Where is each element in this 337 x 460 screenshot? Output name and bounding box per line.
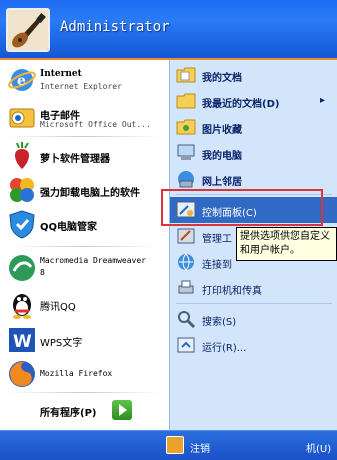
run-icon [177,337,195,353]
start-menu-footer: 注销 机(U) [0,430,337,460]
dreamweaver-version: 8 [40,268,45,277]
tencent-qq-item[interactable]: 腾讯QQ [0,286,169,322]
start-menu-header: Administrator [0,0,337,60]
wps-label: WPS文字 [40,338,83,349]
folder-icon [176,93,196,109]
email-item[interactable]: 电子邮件 Microsoft Office Out... [0,100,169,136]
my-computer-label: 我的电脑 [202,151,242,162]
wps-writer-icon: W [9,328,35,352]
admin-tools-label: 管理工 [202,234,232,245]
network-places-label: 网上邻居 [202,177,242,188]
submenu-arrow-icon: ▸ [320,95,326,106]
places-separator [176,194,332,195]
uninstall-item[interactable]: 强力卸载电脑上的软件 [0,172,169,208]
radish-icon [15,142,29,169]
firefox-label: Mozilla Firefox [40,369,113,378]
internet-title: Internet [40,69,82,79]
recent-documents-label: 我最近的文档(D) [202,99,280,110]
search-icon [178,311,196,329]
firefox-icon [9,361,35,387]
network-icon [178,171,194,188]
my-computer-item[interactable]: 我的电脑 [170,140,337,166]
printers-item[interactable]: 打印机和传真 [170,275,337,301]
uninstall-label: 强力卸载电脑上的软件 [40,188,140,199]
user-avatar[interactable] [6,8,50,52]
globe-icon [178,253,194,271]
tooltip-line-1: 提供选项供您自定义 [240,231,330,242]
my-documents-item[interactable]: 我的文档 [170,62,337,88]
start-menu: Administrator e Internet Internet Explor… [0,0,337,460]
svg-text:W: W [13,332,32,352]
my-pictures-label: 图片收藏 [202,125,242,136]
tencent-qq-label: 腾讯QQ [40,302,76,313]
search-label: 搜索(S) [202,317,237,328]
my-pictures-item[interactable]: 图片收藏 [170,114,337,140]
arrow-right-icon [112,400,132,420]
internet-explorer-icon: e [8,69,36,91]
connect-to-label: 连接到 [202,260,232,271]
uninstall-icon [10,178,34,202]
firefox-item[interactable]: Mozilla Firefox [0,356,169,392]
control-panel-label: 控制面板(C) [202,208,257,219]
svg-text:e: e [17,73,26,89]
luobo-item[interactable]: 萝卜软件管理器 [0,138,169,174]
tooltip-line-2: 和用户帐户。 [240,245,300,256]
shutdown-label[interactable]: 机(U) [306,440,331,455]
my-documents-label: 我的文档 [202,73,242,84]
dreamweaver-item[interactable]: Macromedia Dreamweaver 8 [0,250,169,286]
outlook-icon [9,108,35,128]
printer-icon [178,280,194,294]
all-programs-button[interactable]: 所有程序(P) [0,390,169,430]
username-label: Administrator [60,19,170,35]
recent-documents-item[interactable]: 我最近的文档(D) ▸ [170,88,337,114]
pinned-separator [8,136,160,137]
run-item[interactable]: 运行(R)... [170,332,337,358]
shield-icon [9,210,35,239]
folder-icon [176,67,196,83]
control-panel-tooltip: 提供选项供您自定义 和用户帐户。 [236,227,337,261]
qq-manager-label: QQ电脑管家 [40,222,98,233]
qq-manager-item[interactable]: QQ电脑管家 [0,206,169,242]
dreamweaver-icon [9,255,35,281]
logoff-label[interactable]: 注销 [190,440,210,455]
qq-penguin-icon [13,294,31,319]
tools-separator [176,303,332,304]
recent-separator [8,246,160,247]
internet-sub: Internet Explorer [40,82,122,91]
admin-tools-icon [177,228,195,244]
all-programs-label: 所有程序(P) [40,408,97,419]
luobo-label: 萝卜软件管理器 [40,154,110,165]
email-sub: Microsoft Office Out... [40,120,151,129]
wps-item[interactable]: W WPS文字 [0,322,169,358]
pictures-folder-icon [176,119,196,135]
pinned-programs-pane: e Internet Internet Explorer 电子邮件 Micros… [0,60,169,430]
internet-explorer-item[interactable]: e Internet Internet Explorer [0,62,169,98]
run-label: 运行(R)... [202,343,247,354]
control-panel-icon [176,201,196,218]
network-places-item[interactable]: 网上邻居 [170,166,337,192]
computer-icon [177,144,195,160]
control-panel-item[interactable]: 控制面板(C) [170,197,337,223]
logoff-key-icon[interactable] [166,436,184,454]
printers-label: 打印机和传真 [202,286,262,297]
dreamweaver-label: Macromedia Dreamweaver [40,256,146,265]
search-item[interactable]: 搜索(S) [170,306,337,332]
